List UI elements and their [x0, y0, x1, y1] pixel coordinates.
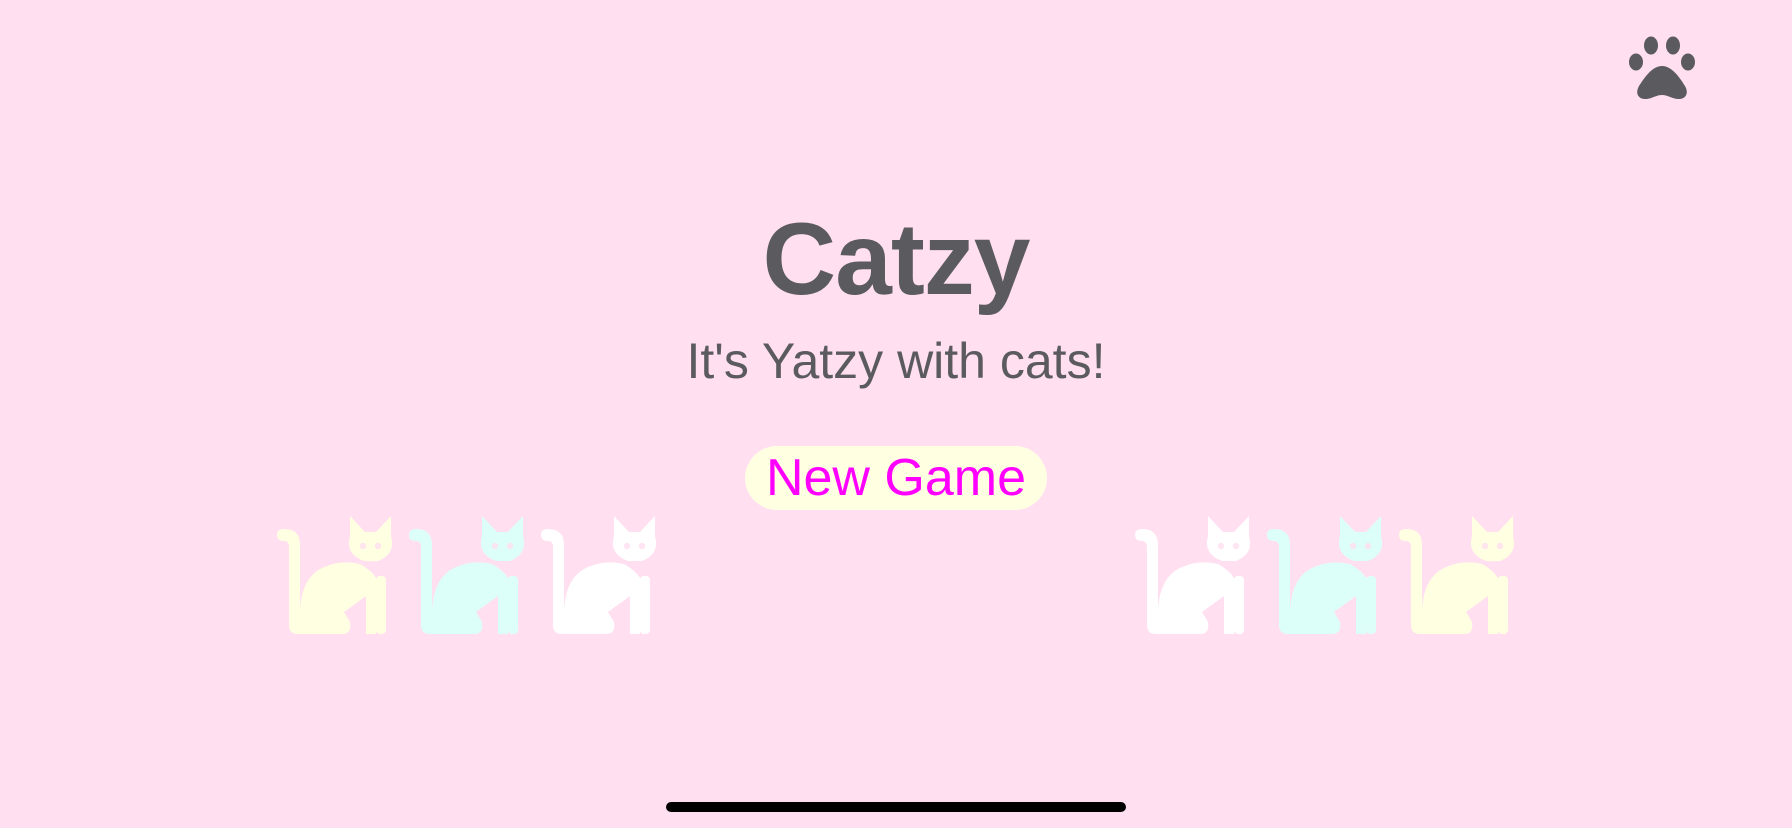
- cat-silhouette-icon: [1130, 516, 1256, 634]
- new-game-button[interactable]: New Game: [745, 446, 1047, 510]
- paw-menu-button[interactable]: [1626, 36, 1698, 102]
- cat-silhouette-icon: [272, 516, 398, 634]
- cat-silhouette-icon: [1262, 516, 1388, 634]
- cat-silhouette-icon: [536, 516, 662, 634]
- app-title: Catzy: [762, 202, 1030, 316]
- home-indicator: [666, 802, 1126, 812]
- app-subtitle: It's Yatzy with cats!: [686, 333, 1106, 389]
- paw-icon: [1629, 36, 1695, 99]
- cat-silhouette-icon: [404, 516, 530, 634]
- cat-silhouette-icon: [1394, 516, 1520, 634]
